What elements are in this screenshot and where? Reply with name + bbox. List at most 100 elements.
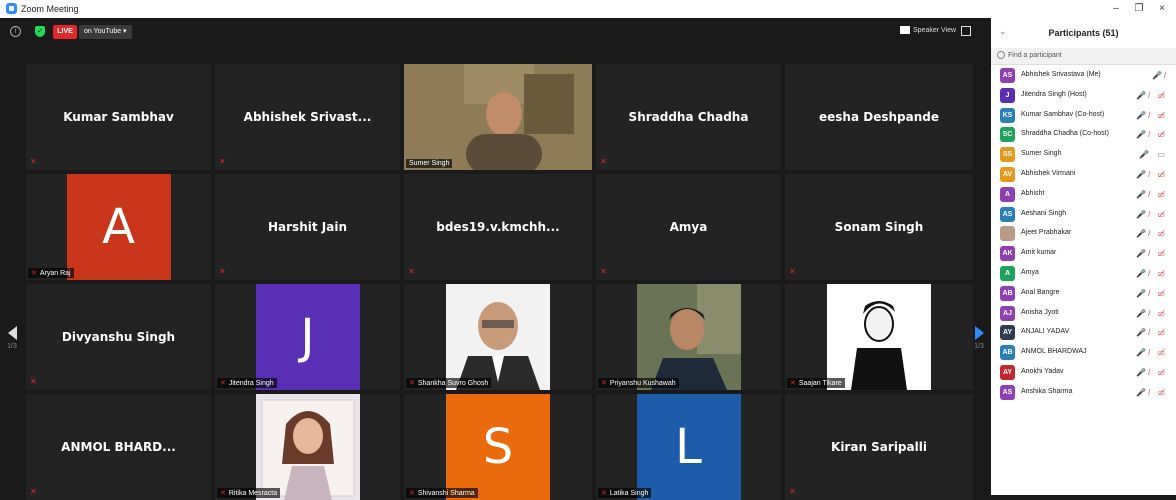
- participant-row[interactable]: AK Amit kumar 🎤̸ ▭̸: [991, 243, 1176, 263]
- tile-label: ✕ Priyanshu Kushawah: [598, 378, 679, 388]
- mic-camera-status-icon[interactable]: 🎤̸ ▭̸: [1136, 111, 1168, 120]
- tile-label: ✕ Shankha Suvro Ghosh: [406, 378, 492, 388]
- participant-row[interactable]: Ajeet Prabhakar 🎤̸ ▭̸: [991, 223, 1176, 243]
- mic-camera-status-icon[interactable]: 🎤̸ ▭̸: [1136, 289, 1168, 298]
- participant-row[interactable]: AJ Anisha Jyoti 🎤̸ ▭̸: [991, 303, 1176, 323]
- mic-camera-status-icon[interactable]: 🎤̸ ▭̸: [1136, 210, 1168, 219]
- participant-row[interactable]: AS Anshika Sharma 🎤̸ ▭̸: [991, 382, 1176, 402]
- participant-tile[interactable]: A ✕ Aryan Raj: [26, 174, 211, 280]
- mic-camera-status-icon[interactable]: 🎤̸ ▭̸: [1136, 269, 1168, 278]
- participant-tile[interactable]: Divyanshu Singh ✕: [26, 284, 211, 390]
- live-badge[interactable]: LIVE: [53, 25, 77, 39]
- tile-name: Divyanshu Singh: [61, 330, 176, 344]
- participant-tile[interactable]: Kiran Saripalli ✕: [785, 394, 973, 500]
- mic-muted-icon: ✕: [600, 267, 607, 276]
- participant-tile[interactable]: ✕ Ritika Mesracta: [215, 394, 400, 500]
- close-button[interactable]: ×: [1154, 3, 1170, 14]
- avatar-letter: J: [255, 284, 360, 390]
- previous-page-button[interactable]: 1/3: [2, 326, 22, 350]
- participant-row[interactable]: AS Aeshani Singh 🎤̸ ▭̸: [991, 204, 1176, 224]
- participant-search[interactable]: Find a participant: [991, 48, 1176, 65]
- meeting-topbar: i ✓ LIVE on YouTube ▾ Speaker View: [0, 18, 991, 46]
- participant-tile[interactable]: eesha Deshpande: [785, 64, 973, 170]
- youtube-stream-dropdown[interactable]: on YouTube ▾: [79, 25, 132, 39]
- participant-row[interactable]: KS Kumar Sambhav (Co-host) 🎤̸ ▭̸: [991, 105, 1176, 125]
- participant-tile[interactable]: Shraddha Chadha ✕: [596, 64, 781, 170]
- participant-tile[interactable]: ✕ Saajan Tikare: [785, 284, 973, 390]
- speaker-view-button[interactable]: Speaker View: [900, 26, 956, 34]
- profile-photo: [827, 284, 931, 390]
- mic-camera-status-icon[interactable]: 🎤̸ ▭̸: [1136, 91, 1168, 100]
- grid-view-icon: [900, 26, 910, 34]
- participant-tile[interactable]: S ✕ Shivanshi Sharma: [404, 394, 592, 500]
- mic-camera-status-icon[interactable]: 🎤̸ ▭̸: [1136, 328, 1168, 337]
- avatar: J: [1000, 87, 1015, 103]
- search-input[interactable]: Find a participant: [1008, 52, 1062, 59]
- participant-tile[interactable]: Amya ✕: [596, 174, 781, 280]
- next-page-button[interactable]: 1/3: [969, 326, 989, 350]
- participant-tile[interactable]: ✕ Shankha Suvro Ghosh: [404, 284, 592, 390]
- mic-camera-status-icon[interactable]: 🎤̸ ▭̸: [1136, 170, 1168, 179]
- participant-row[interactable]: AB ANMOL BHARDWAJ 🎤̸ ▭̸: [991, 342, 1176, 362]
- participant-name: Abhishek Virmani: [1021, 169, 1076, 177]
- participant-row[interactable]: AY Anokhi Yadav 🎤̸ ▭̸: [991, 362, 1176, 382]
- participant-name: Kumar Sambhav (Co-host): [1021, 110, 1105, 118]
- tile-name: Sonam Singh: [834, 220, 924, 234]
- participant-tile[interactable]: L ✕ Latika Singh: [596, 394, 781, 500]
- participant-row[interactable]: SC Shraddha Chadha (Co-host) 🎤̸ ▭̸: [991, 124, 1176, 144]
- mic-camera-status-icon[interactable]: 🎤̸ ▭̸: [1136, 130, 1168, 139]
- tile-name: eesha Deshpande: [819, 110, 939, 124]
- mic-camera-status-icon[interactable]: 🎤̸ ▭̸: [1136, 229, 1168, 238]
- participant-row[interactable]: SS Sumer Singh 🎤 ▭: [991, 144, 1176, 164]
- participant-tile[interactable]: bdes19.v.kmchh... ✕: [404, 174, 592, 280]
- tile-label: ✕ Jitendra Singh: [217, 378, 277, 388]
- avatar-letter: A: [66, 174, 171, 280]
- mic-camera-status-icon[interactable]: 🎤̸ ▭̸: [1136, 348, 1168, 357]
- mic-muted-icon: ✕: [409, 380, 415, 387]
- participant-name: Anal Bangre: [1021, 288, 1060, 296]
- profile-photo: [255, 394, 360, 500]
- participant-name: Sumer Singh: [1021, 150, 1062, 158]
- participants-panel: ⌄ Participants (51) Find a participant A…: [991, 18, 1176, 495]
- avatar: KS: [1000, 107, 1015, 123]
- page-indicator: 1/3: [974, 343, 984, 350]
- avatar: [1000, 226, 1015, 242]
- participant-row[interactable]: J Jitendra Singh (Host) 🎤̸ ▭̸: [991, 85, 1176, 105]
- info-icon[interactable]: i: [10, 26, 21, 37]
- security-shield-icon[interactable]: ✓: [35, 26, 45, 37]
- participant-row[interactable]: AB Anal Bangre 🎤̸ ▭̸: [991, 283, 1176, 303]
- participant-tile[interactable]: Harshit Jain ✕: [215, 174, 400, 280]
- mic-camera-status-icon[interactable]: 🎤̸ ▭̸: [1136, 388, 1168, 397]
- participant-name: ANMOL BHARDWAJ: [1021, 348, 1087, 356]
- participant-tile[interactable]: Sonam Singh ✕: [785, 174, 973, 280]
- minimize-button[interactable]: –: [1108, 3, 1124, 14]
- video-area: i ✓ LIVE on YouTube ▾ Speaker View Kumar…: [0, 18, 991, 500]
- mic-camera-status-icon[interactable]: 🎤̸ ▭̸: [1136, 190, 1168, 199]
- video-feed: [404, 64, 592, 170]
- mic-camera-status-icon[interactable]: 🎤̸ ▭̸: [1136, 249, 1168, 258]
- zoom-logo-icon: [6, 3, 17, 14]
- participant-row[interactable]: AS Abhishek Srivastava (Me) 🎤̸: [991, 65, 1176, 85]
- avatar: A: [1000, 186, 1015, 202]
- page-indicator: 1/3: [7, 343, 17, 350]
- participant-row[interactable]: A Abhisht 🎤̸ ▭̸: [991, 184, 1176, 204]
- mic-camera-status-icon[interactable]: 🎤 ▭: [1139, 150, 1168, 159]
- restore-button[interactable]: ❐: [1131, 3, 1147, 14]
- mic-muted-icon: ✕: [601, 490, 607, 497]
- mic-camera-status-icon[interactable]: 🎤̸ ▭̸: [1136, 368, 1168, 377]
- mic-camera-status-icon[interactable]: 🎤̸ ▭̸: [1136, 309, 1168, 318]
- participant-tile[interactable]: J ✕ Jitendra Singh: [215, 284, 400, 390]
- title-bar: Zoom Meeting – ❐ ×: [0, 0, 1176, 18]
- avatar: AJ: [1000, 305, 1015, 321]
- participant-row[interactable]: AY ANJALI YADAV 🎤̸ ▭̸: [991, 322, 1176, 342]
- participant-row[interactable]: AV Abhishek Virmani 🎤̸ ▭̸: [991, 164, 1176, 184]
- mic-camera-status-icon[interactable]: 🎤̸: [1152, 71, 1168, 80]
- participant-row[interactable]: A Amya 🎤̸ ▭̸: [991, 263, 1176, 283]
- fullscreen-icon[interactable]: [961, 26, 971, 36]
- participant-tile[interactable]: Abhishek Srivast... ✕: [215, 64, 400, 170]
- participant-tile[interactable]: ✕ Priyanshu Kushawah: [596, 284, 781, 390]
- profile-photo: [636, 284, 741, 390]
- participant-tile[interactable]: Kumar Sambhav ✕: [26, 64, 211, 170]
- participant-tile[interactable]: ANMOL BHARD... ✕: [26, 394, 211, 500]
- participant-video-tile[interactable]: Sumer Singh: [404, 64, 592, 170]
